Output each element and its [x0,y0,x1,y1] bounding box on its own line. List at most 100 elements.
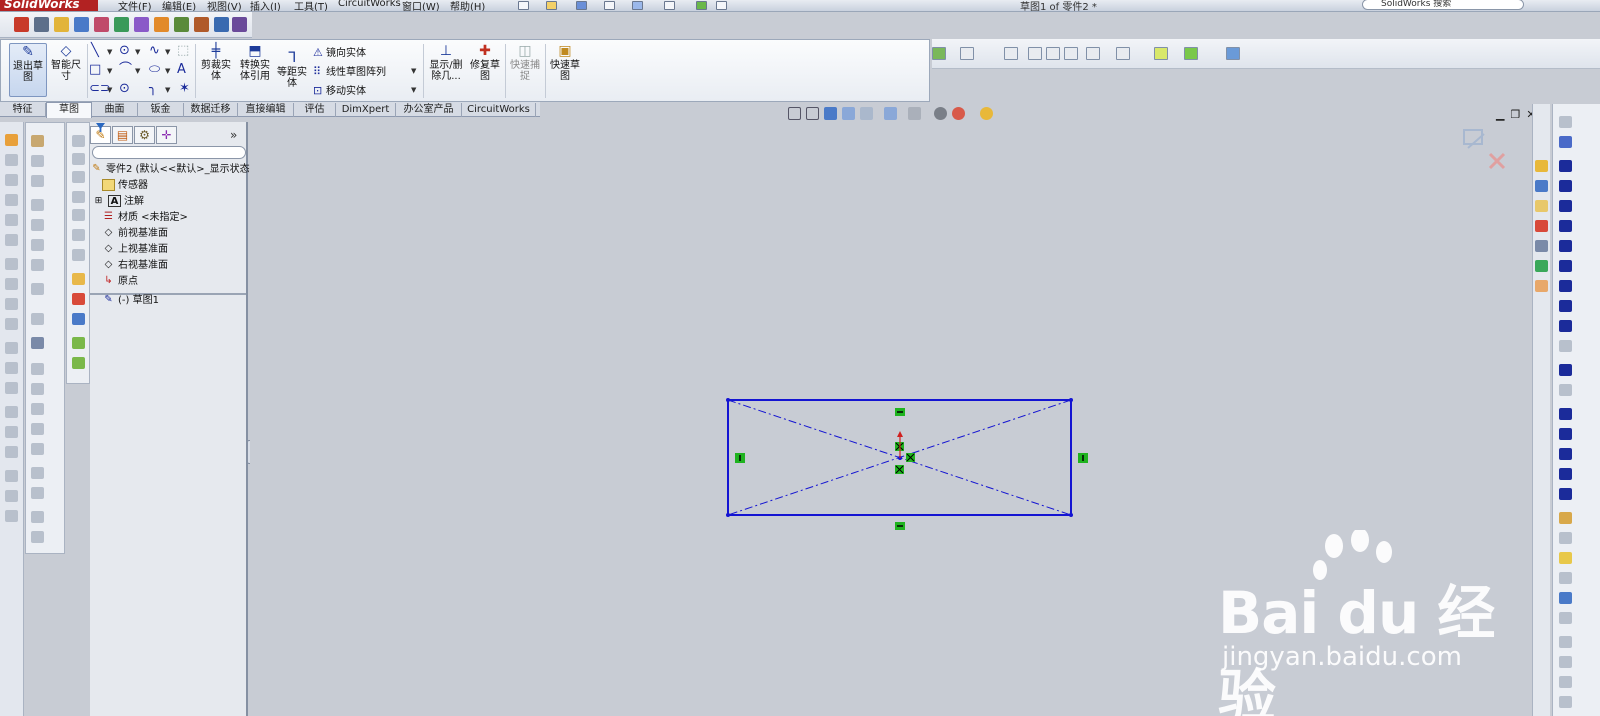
custom-properties-icon[interactable] [1535,280,1548,292]
blocks-icon[interactable] [1559,572,1572,584]
tab-direct-editing[interactable]: 直接编辑 [238,103,294,117]
cosmos-icon[interactable] [174,17,189,32]
offset-entities-button[interactable]: ᒣ 等距实体 [275,50,309,89]
expand-plus-icon[interactable]: ⊞ [92,195,105,207]
blocks-icon[interactable] [31,283,44,295]
menu-help[interactable]: 帮助(H) [450,0,485,11]
left-view-icon[interactable] [72,171,85,183]
add-relation-icon[interactable] [72,293,85,305]
extend-icon[interactable] [31,175,44,187]
chevron-down-icon[interactable]: ▼ [411,67,416,75]
tab-evaluate[interactable]: 评估 [294,103,336,117]
back-view-icon[interactable] [72,153,85,165]
construction-geometry-icon[interactable] [1559,340,1572,352]
linear-pattern-button[interactable]: ⠿ 线性草图阵列 [313,63,386,78]
tree-item-front-plane[interactable]: ◇ 前视基准面 [102,226,168,242]
routing-icon[interactable] [114,17,129,32]
tree-item-origin[interactable]: ↳ 原点 [102,274,138,290]
spline-icon[interactable]: ∿ [149,44,160,58]
circle-icon[interactable] [1559,220,1572,232]
tree-item-material[interactable]: ☰ 材质 <未指定> [102,210,188,226]
save-sketch-icon[interactable] [1559,592,1572,604]
belt-icon[interactable] [31,443,44,455]
open-folder-icon[interactable] [546,1,557,10]
segment-icon[interactable] [31,383,44,395]
dome-icon[interactable] [5,406,18,418]
grid-pattern-icon[interactable] [1559,468,1572,480]
tree-item-annotations[interactable]: ⊞ A 注解 [92,194,144,210]
slot-icon[interactable] [1559,200,1572,212]
spline-icon[interactable] [1559,260,1572,272]
fillet-icon[interactable]: ╮ [149,82,157,96]
new-document-icon[interactable] [518,1,529,10]
hide-show-icon[interactable] [908,107,921,120]
fillet-tool-icon[interactable] [31,135,44,147]
expand-panel-icon[interactable]: » [230,128,237,142]
zoom-to-fit-icon[interactable] [788,107,801,120]
trim-entities-button[interactable]: ╪ 剪裁实体 [199,43,233,82]
rebuild-icon[interactable] [696,1,707,10]
feature-tree-filter-input[interactable] [92,146,246,159]
print-icon[interactable] [604,1,615,10]
rotate-icon[interactable] [31,511,44,523]
tree-item-right-plane[interactable]: ◇ 右视基准面 [102,258,168,274]
search-results-icon[interactable] [1535,240,1548,252]
split-icon[interactable] [31,199,44,211]
hidden-lines-icon[interactable] [1046,47,1060,60]
chevron-down-icon[interactable]: ▼ [165,48,170,56]
sketch-icon[interactable] [1559,116,1572,128]
chamfer-tool-icon[interactable] [31,155,44,167]
repair-sketch-button[interactable]: ✚ 修复草图 [467,43,503,82]
3d-sketch-icon[interactable] [31,403,44,415]
3d-content-icon[interactable] [14,17,29,32]
tab-data-migration[interactable]: 数据迁移 [184,103,238,117]
select-pointer-icon[interactable] [664,1,675,10]
home-icon[interactable] [1535,160,1548,172]
tab-features[interactable]: 特征 [0,103,46,117]
jog-line-icon[interactable] [31,219,44,231]
line-icon[interactable] [1559,160,1572,172]
sweep-icon[interactable] [5,174,18,186]
undo-icon[interactable] [632,1,643,10]
edit-appearance-icon[interactable] [934,107,947,120]
horizontal-relation-marker[interactable] [895,408,905,416]
front-view-icon[interactable] [72,135,85,147]
revolve-icon[interactable] [5,154,18,166]
zoom-area-icon[interactable] [806,107,819,120]
dimension-icon[interactable] [31,313,44,325]
tab-office-products[interactable]: 办公室产品 [396,103,462,117]
assembly-icon[interactable] [54,17,69,32]
right-view-icon[interactable] [72,191,85,203]
rectangle-icon[interactable]: □ [89,63,101,77]
photoview-icon[interactable] [214,17,229,32]
scale-icon[interactable] [31,467,44,479]
mirror-feature-icon[interactable] [5,426,18,438]
chevron-down-icon[interactable]: ▼ [165,67,170,75]
top-view-icon[interactable] [72,209,85,221]
chevron-down-icon[interactable]: ▼ [107,48,112,56]
stretch-icon[interactable] [31,531,44,543]
convert-icon[interactable] [1559,408,1572,420]
point-icon[interactable] [1559,320,1572,332]
mirror-entities-button[interactable]: ⚠ 镜向实体 [313,44,366,59]
fillet-icon[interactable] [1559,300,1572,312]
menu-insert[interactable]: 插入(I) [250,0,281,11]
perspective-icon[interactable] [1086,47,1100,60]
circle-icon[interactable]: ⊙ [119,44,130,58]
design-library-icon[interactable] [1535,200,1548,212]
sketch-edit-icon[interactable] [1559,512,1572,524]
curve-icon[interactable] [1184,47,1198,60]
text-icon[interactable]: A [177,63,186,77]
rib-icon[interactable] [5,318,18,330]
polygon-icon[interactable]: ⊙ [119,82,130,96]
reference-geometry-icon[interactable] [5,490,18,502]
dimxpert-tab-icon[interactable]: ✛ [156,126,177,144]
menu-edit[interactable]: 编辑(E) [162,0,196,11]
layout-icon[interactable] [31,363,44,375]
chevron-down-icon[interactable]: ▼ [165,86,170,94]
layer-icon[interactable] [932,47,946,60]
bottom-view-icon[interactable] [72,229,85,241]
configuration-tab-icon[interactable]: ⚙ [134,126,155,144]
rapid-sketch-icon[interactable] [1559,552,1572,564]
hole-icon[interactable] [5,362,18,374]
